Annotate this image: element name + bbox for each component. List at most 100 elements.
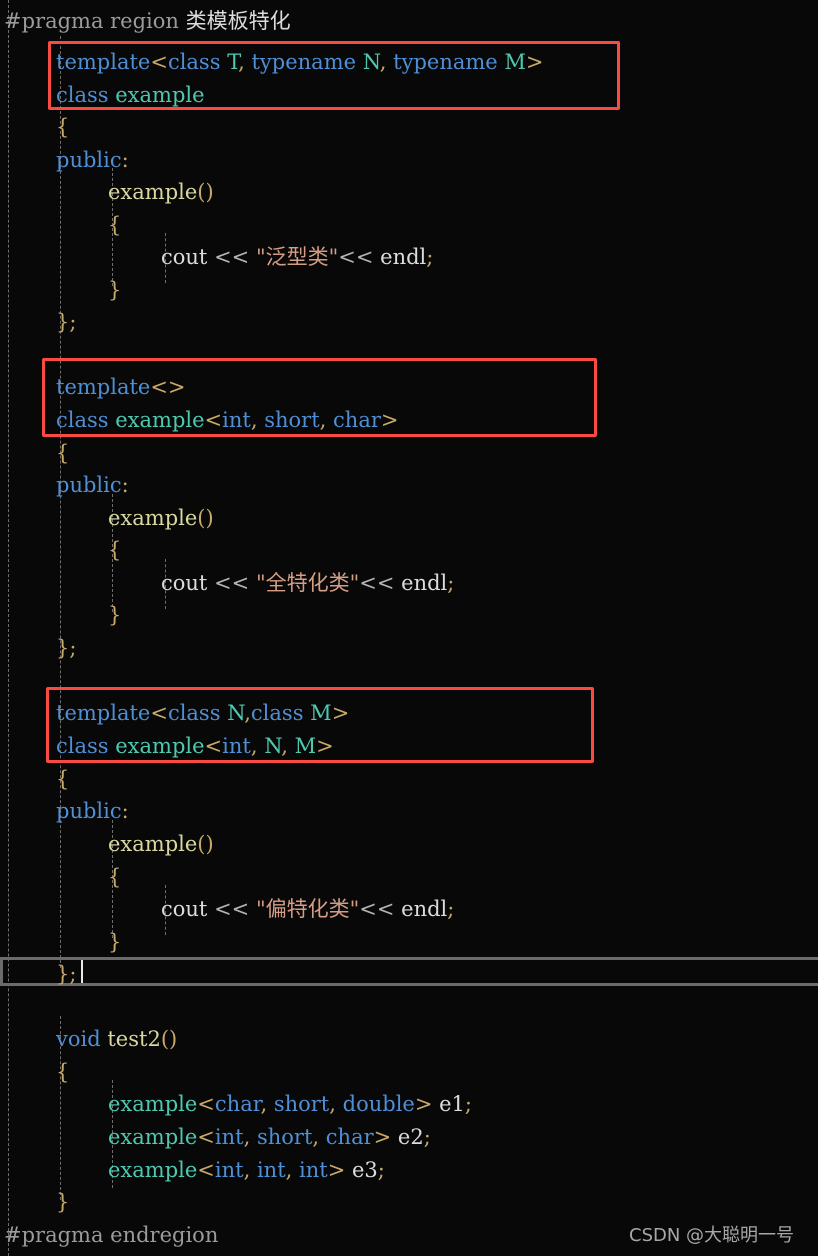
code-line[interactable]: { [56, 437, 69, 470]
code-line[interactable]: cout << "泛型类"<< endl; [161, 241, 433, 274]
code-token: e2 [391, 1125, 424, 1149]
code-token: : [121, 473, 129, 497]
code-line[interactable]: } [108, 599, 121, 632]
code-token: endl [394, 571, 448, 595]
code-line[interactable]: class example [56, 79, 205, 112]
code-token: template [56, 50, 151, 74]
code-token: short [273, 1092, 330, 1116]
code-line[interactable]: } [108, 274, 121, 307]
csdn-watermark: CSDN @大聪明一号 [629, 1225, 795, 1246]
code-token: example [108, 1092, 198, 1116]
code-token: double [342, 1092, 415, 1116]
code-token: template [56, 701, 151, 725]
code-line[interactable]: { [56, 111, 69, 144]
code-token: class [56, 83, 109, 107]
code-token: e1 [432, 1092, 465, 1116]
code-token: }; [56, 962, 77, 986]
code-line[interactable]: class example<int, N, M> [56, 730, 334, 763]
code-token: > [316, 734, 334, 758]
code-token: M [504, 50, 526, 74]
code-line[interactable]: } [56, 1186, 69, 1219]
code-token: #pragma endregion [4, 1223, 219, 1247]
code-line[interactable]: example<char, short, double> e1; [108, 1088, 472, 1121]
code-line[interactable]: { [108, 534, 121, 567]
code-token: test2 [107, 1027, 161, 1051]
code-token: { [56, 767, 70, 791]
code-line[interactable]: example<int, short, char> e2; [108, 1121, 431, 1154]
code-token: ; [377, 1158, 385, 1182]
code-token: example [108, 1125, 198, 1149]
code-token: "全特化类" [255, 571, 360, 595]
code-line[interactable]: cout << "偏特化类"<< endl; [161, 893, 454, 926]
code-token: ; [447, 571, 455, 595]
code-token: > [525, 50, 544, 74]
code-token: ; [423, 1125, 431, 1149]
code-token: < [204, 408, 223, 432]
code-token: endl [373, 245, 427, 269]
code-token: int [222, 408, 251, 432]
code-line[interactable]: { [56, 1056, 69, 1089]
code-line[interactable]: }; [56, 306, 76, 339]
code-text-layer[interactable]: #pragma region 类模板特化 template<class T, ty… [0, 0, 818, 1256]
code-line[interactable]: #pragma endregion [4, 1219, 218, 1252]
code-token: example [115, 734, 205, 758]
code-token: cout [161, 245, 208, 269]
code-token: int [299, 1158, 328, 1182]
code-line[interactable]: example<int, int, int> e3; [108, 1154, 385, 1187]
code-token: { [56, 441, 70, 465]
code-line[interactable]: void test2() [56, 1023, 177, 1056]
code-token: () [197, 506, 214, 530]
code-line[interactable]: example() [108, 176, 214, 209]
code-line[interactable]: public: [56, 795, 129, 828]
code-line[interactable]: { [108, 861, 121, 894]
code-token: class [167, 50, 221, 74]
code-token: > [327, 1158, 346, 1182]
code-token: N [264, 734, 282, 758]
code-token: { [108, 865, 122, 889]
code-token: } [56, 1190, 70, 1214]
code-token: cout [161, 571, 208, 595]
code-line[interactable]: template<> [56, 371, 186, 404]
code-line[interactable]: }; [56, 958, 76, 991]
code-token: , [250, 408, 258, 432]
code-token: N [227, 701, 245, 725]
code-token: T [227, 50, 239, 74]
code-line[interactable]: #pragma region 类模板特化 [4, 5, 291, 38]
code-token: < [150, 701, 168, 725]
code-line[interactable]: example() [108, 502, 214, 535]
code-token: template [56, 375, 151, 399]
code-line[interactable]: template<class T, typename N, typename M… [56, 46, 544, 79]
code-token: example [115, 408, 205, 432]
code-token: < [204, 734, 223, 758]
code-line[interactable]: cout << "全特化类"<< endl; [161, 567, 454, 600]
code-token: ; [426, 245, 434, 269]
code-line[interactable]: public: [56, 469, 129, 502]
code-line[interactable]: public: [56, 144, 129, 177]
code-token: () [197, 180, 214, 204]
code-line[interactable]: { [108, 209, 121, 242]
code-token: int [214, 1125, 244, 1149]
code-token: endl [394, 897, 448, 921]
code-token: char [214, 1092, 261, 1116]
code-line[interactable]: } [108, 926, 121, 959]
code-token: typename [251, 50, 357, 74]
code-line[interactable]: example() [108, 828, 214, 861]
code-token: , [238, 50, 245, 74]
code-line[interactable]: { [56, 763, 69, 796]
code-token: int [214, 1158, 244, 1182]
code-token: << [359, 571, 395, 595]
code-line[interactable]: class example<int, short, char> [56, 404, 399, 437]
code-line[interactable]: }; [56, 632, 76, 665]
code-token: } [108, 930, 122, 954]
code-token: public [56, 148, 122, 172]
code-editor-view: #pragma region 类模板特化 template<class T, ty… [0, 0, 818, 1256]
code-line[interactable]: template<class N,class M> [56, 697, 349, 730]
code-token: () [160, 1027, 178, 1051]
code-token: { [56, 1060, 70, 1084]
code-token: void [56, 1027, 101, 1051]
code-token: }; [56, 636, 77, 660]
